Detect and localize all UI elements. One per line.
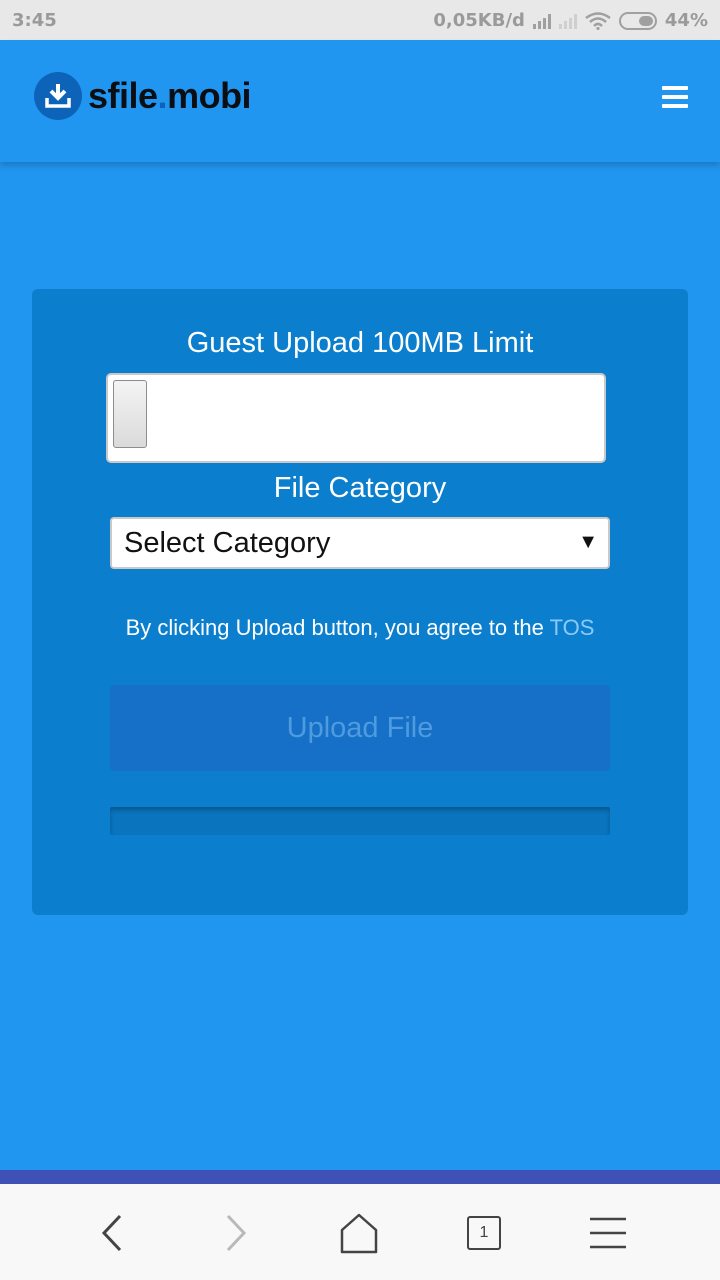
logo-dot: . bbox=[157, 75, 168, 116]
status-right: 0,05KB/d 44% bbox=[433, 10, 708, 31]
upload-file-button[interactable]: Upload File bbox=[110, 685, 610, 771]
category-select[interactable]: Select Category ▼ bbox=[110, 517, 610, 569]
upload-card: Guest Upload 100MB Limit File Category S… bbox=[32, 289, 688, 915]
upload-title: Guest Upload 100MB Limit bbox=[186, 327, 534, 359]
choose-file-button[interactable] bbox=[113, 380, 147, 448]
network-speed: 0,05KB/d bbox=[433, 10, 525, 31]
tab-count: 1 bbox=[467, 1216, 501, 1250]
tos-link[interactable]: TOS bbox=[550, 615, 595, 640]
accent-line bbox=[0, 1170, 720, 1184]
back-icon[interactable] bbox=[88, 1208, 138, 1258]
category-selected-value: Select Category bbox=[124, 526, 331, 559]
tos-notice: By clicking Upload button, you agree to … bbox=[32, 615, 688, 641]
wifi-icon bbox=[585, 11, 611, 30]
home-icon[interactable] bbox=[334, 1208, 384, 1258]
category-label: File Category bbox=[273, 472, 447, 504]
dropdown-arrow-icon: ▼ bbox=[578, 531, 598, 553]
battery-icon bbox=[618, 11, 657, 30]
tos-text: By clicking Upload button, you agree to … bbox=[125, 615, 550, 640]
site-header: sfile.mobi bbox=[0, 40, 720, 162]
status-time: 3:45 bbox=[12, 10, 57, 31]
signal-sim2-icon bbox=[558, 13, 577, 29]
tabs-icon[interactable]: 1 bbox=[459, 1208, 509, 1258]
logo-tld: mobi bbox=[167, 75, 252, 116]
upload-progress-bar bbox=[110, 807, 610, 835]
logo-text: sfile.mobi bbox=[88, 75, 252, 117]
battery-percent: 44% bbox=[664, 10, 708, 31]
browser-nav-bar: 1 bbox=[0, 1184, 720, 1280]
menu-icon[interactable] bbox=[583, 1208, 633, 1258]
download-logo-icon bbox=[34, 72, 82, 120]
signal-icon bbox=[532, 13, 551, 29]
status-bar: 3:45 0,05KB/d 44% bbox=[0, 0, 720, 40]
site-logo[interactable]: sfile.mobi bbox=[34, 72, 252, 120]
logo-name: sfile bbox=[88, 75, 158, 116]
file-input[interactable] bbox=[106, 373, 606, 463]
hamburger-icon[interactable] bbox=[662, 86, 688, 108]
forward-icon[interactable] bbox=[210, 1208, 260, 1258]
